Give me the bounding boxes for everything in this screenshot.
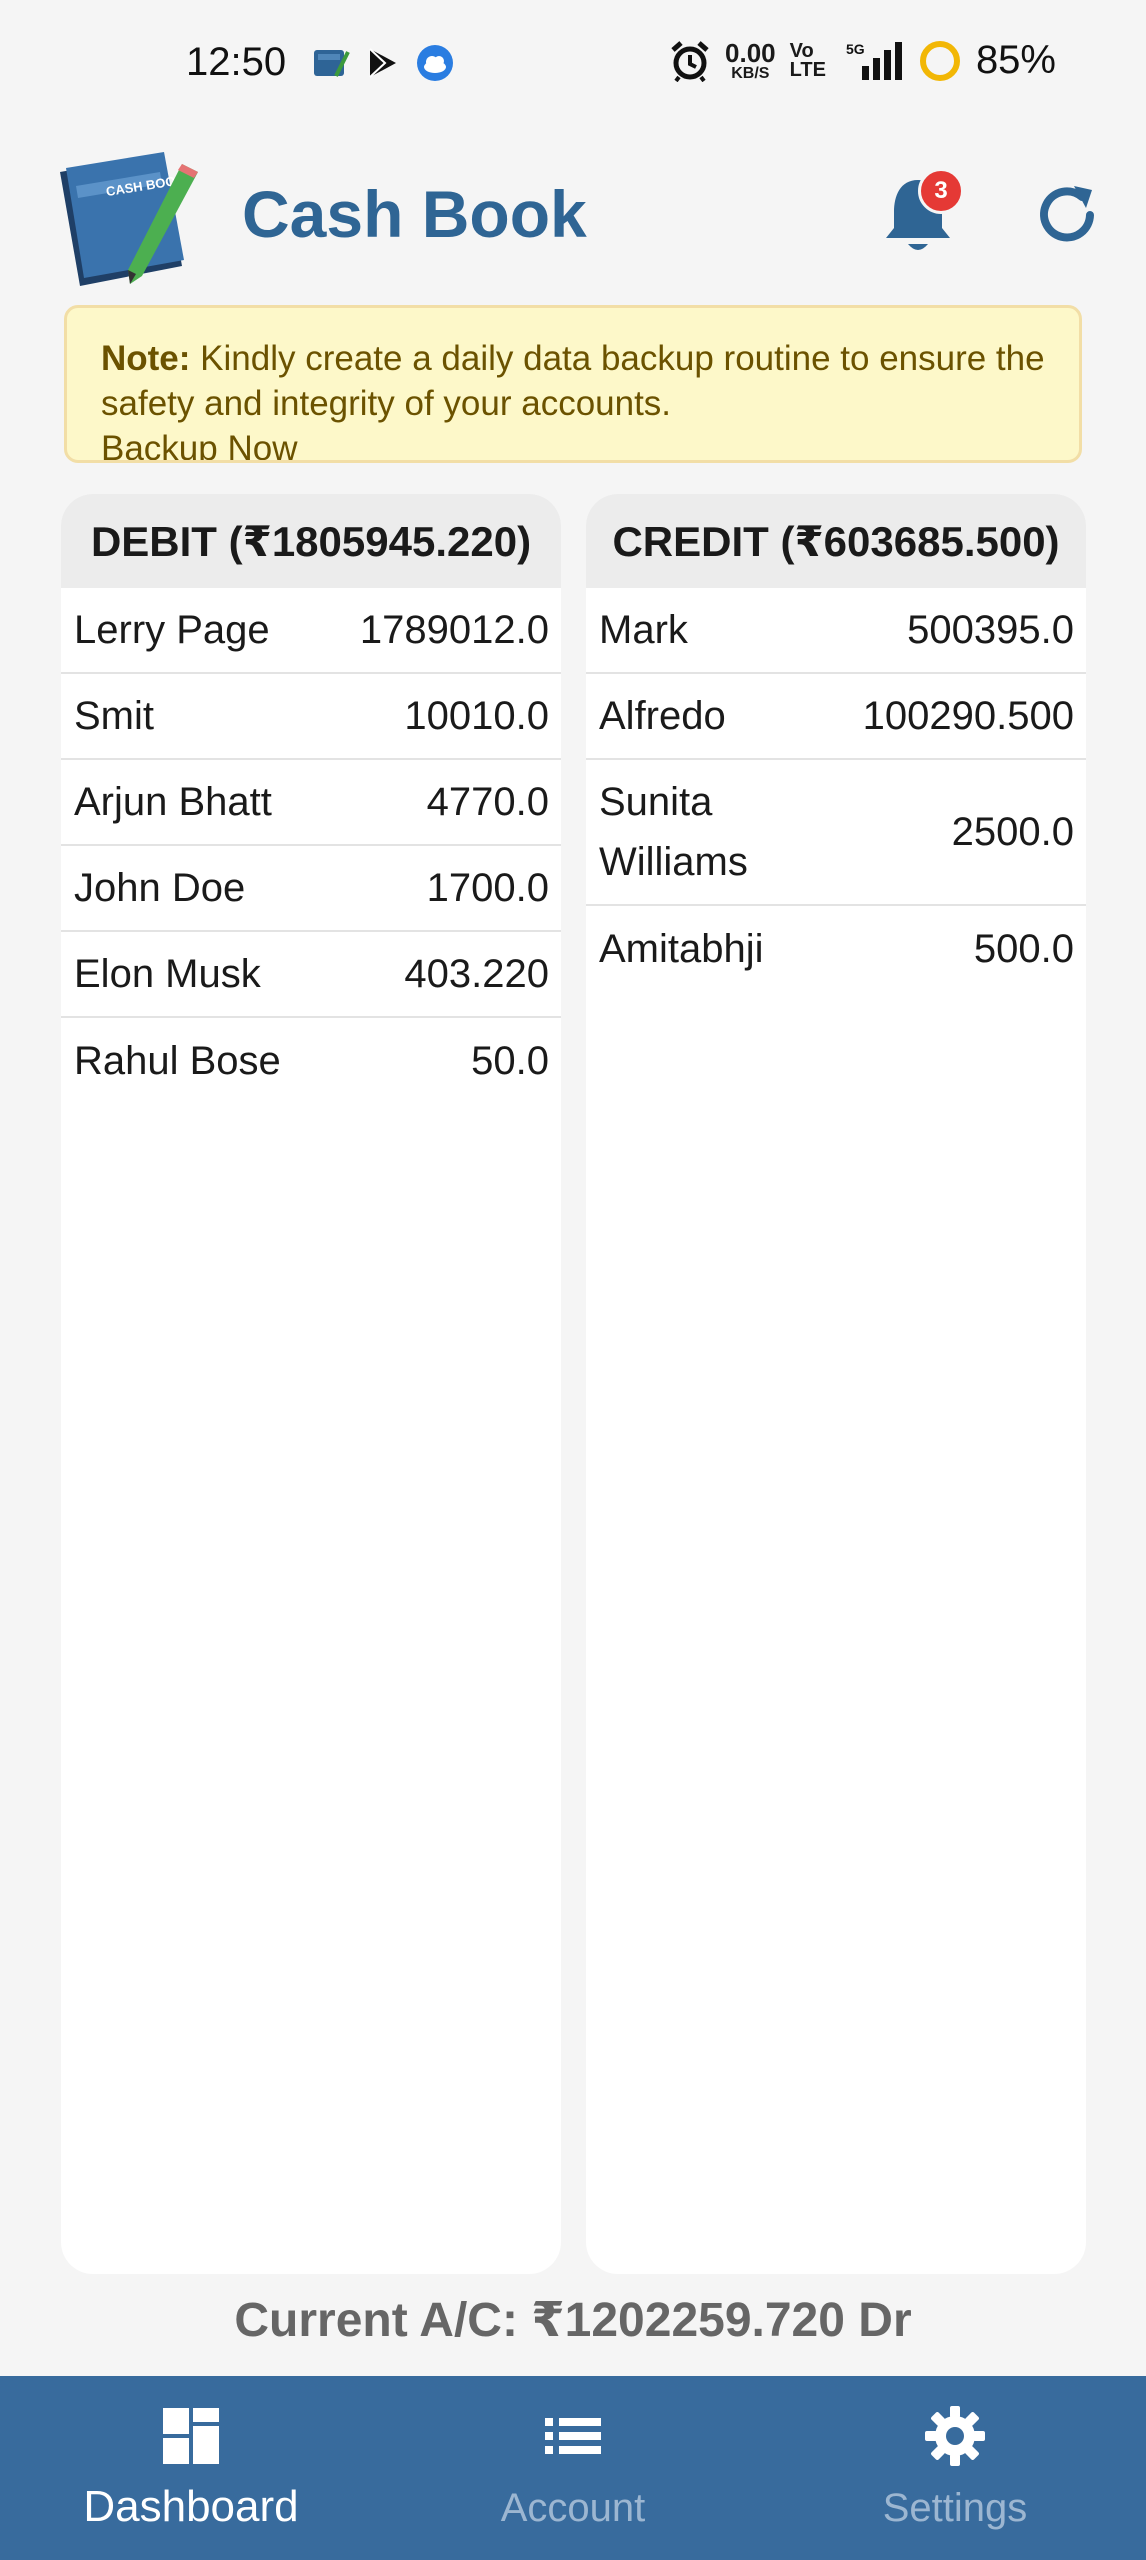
debit-row[interactable]: Lerry Page 1789012.0 xyxy=(61,588,561,674)
play-store-icon xyxy=(369,48,396,78)
debit-header: DEBIT (₹1805945.220) xyxy=(61,494,561,588)
debit-row-name: Smit xyxy=(74,694,154,738)
refresh-button[interactable] xyxy=(1032,180,1102,250)
debit-row-amount: 4770.0 xyxy=(426,779,549,824)
alarm-icon xyxy=(671,40,709,82)
battery-percent: 85% xyxy=(975,38,1056,82)
battery-ring-icon xyxy=(919,40,960,81)
status-app-icons xyxy=(312,44,454,82)
credit-panel: CREDIT (₹603685.500) Mark 500395.0 Alfre… xyxy=(586,494,1086,2274)
nav-dashboard-label: Dashboard xyxy=(83,2482,299,2531)
gear-icon xyxy=(925,2406,985,2466)
debit-row-name: Rahul Bose xyxy=(74,1039,281,1083)
note-text: Note: Kindly create a daily data backup … xyxy=(101,336,1045,460)
debit-row-amount: 10010.0 xyxy=(404,693,549,738)
volte-indicator: Vo LTE xyxy=(789,39,826,81)
credit-row-amount: 2500.0 xyxy=(951,809,1074,854)
debit-row[interactable]: Elon Musk 403.220 xyxy=(61,932,561,1018)
debit-row-name: John Doe xyxy=(74,866,246,910)
volte-top: Vo xyxy=(789,39,814,62)
credit-header: CREDIT (₹603685.500) xyxy=(586,494,1086,588)
note-message: Kindly create a daily data backup routin… xyxy=(101,339,1045,423)
debit-row[interactable]: Smit 10010.0 xyxy=(61,674,561,760)
credit-row-name: Amitabhji xyxy=(599,927,764,971)
debit-panel: DEBIT (₹1805945.220) Lerry Page 1789012.… xyxy=(61,494,561,2274)
list-icon xyxy=(545,2418,601,2454)
volte-bottom: LTE xyxy=(789,58,826,81)
credit-row[interactable]: Amitabhji 500.0 xyxy=(586,906,1086,992)
refresh-icon xyxy=(1040,186,1094,242)
status-time: 12:50 xyxy=(186,40,287,84)
credit-row-amount: 500.0 xyxy=(973,926,1074,971)
cashbook-app-icon xyxy=(314,50,350,77)
signal-icon: 5G xyxy=(846,41,902,80)
weather-icon xyxy=(417,45,453,81)
credit-row[interactable]: Sunita Williams 2500.0 xyxy=(586,760,1086,906)
net-speed: 0.00 KB/S xyxy=(725,40,776,82)
debit-row[interactable]: John Doe 1700.0 xyxy=(61,846,561,932)
debit-row-name: Elon Musk xyxy=(74,952,261,996)
credit-row-name: Alfredo xyxy=(599,694,726,738)
credit-row-amount: 100290.500 xyxy=(862,693,1074,738)
note-label: Note: xyxy=(101,339,191,378)
credit-row[interactable]: Alfredo 100290.500 xyxy=(586,674,1086,760)
debit-row-amount: 50.0 xyxy=(471,1038,549,1083)
net-speed-value: 0.00 xyxy=(725,37,776,68)
debit-row-amount: 1700.0 xyxy=(426,865,549,910)
credit-row[interactable]: Mark 500395.0 xyxy=(586,588,1086,674)
debit-row-amount: 1789012.0 xyxy=(359,607,549,652)
notification-badge: 3 xyxy=(918,168,964,214)
svg-text:5G: 5G xyxy=(846,41,865,57)
status-bar: 12:50 0.00 KB/S Vo LTE 5G 85% xyxy=(0,0,1146,130)
current-account-balance: Current A/C: ₹1202259.720 Dr xyxy=(234,2294,912,2347)
dashboard-icon xyxy=(163,2408,219,2464)
credit-row-name: Mark xyxy=(599,608,688,652)
nav-settings-label: Settings xyxy=(882,2486,1028,2530)
debit-row-name: Arjun Bhatt xyxy=(74,780,272,824)
nav-account-label: Account xyxy=(500,2486,646,2530)
debit-row-name: Lerry Page xyxy=(74,608,270,652)
nav-settings[interactable]: Settings xyxy=(764,2376,1146,2560)
credit-row-name: Sunita Williams xyxy=(599,780,748,884)
debit-row[interactable]: Rahul Bose 50.0 xyxy=(61,1018,561,1104)
nav-dashboard[interactable]: Dashboard xyxy=(0,2376,382,2560)
nav-account[interactable]: Account xyxy=(382,2376,764,2560)
debit-row-amount: 403.220 xyxy=(404,951,549,996)
credit-row-amount: 500395.0 xyxy=(907,607,1074,652)
status-right-group: 0.00 KB/S Vo LTE 5G 85% xyxy=(669,38,1056,83)
debit-row[interactable]: Arjun Bhatt 4770.0 xyxy=(61,760,561,846)
backup-note-banner: Note: Kindly create a daily data backup … xyxy=(64,305,1082,463)
app-logo: CASH BOOK xyxy=(50,150,210,290)
page-title: Cash Book xyxy=(242,177,587,251)
backup-now-link[interactable]: Backup Now xyxy=(101,429,297,460)
net-speed-unit: KB/S xyxy=(731,64,770,82)
bottom-nav: Dashboard Account Settings xyxy=(0,2376,1146,2560)
